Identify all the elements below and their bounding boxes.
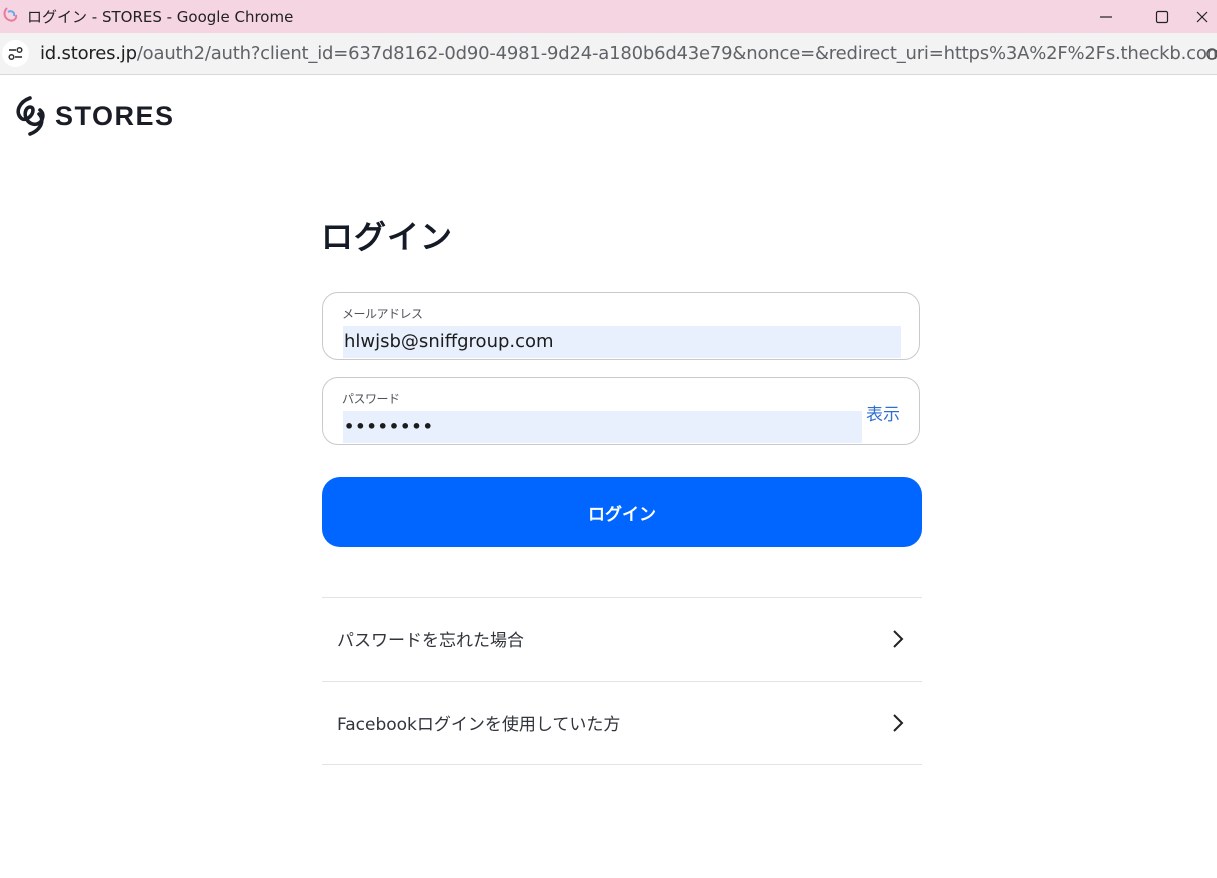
minimize-icon [1100,15,1112,18]
url-path: /oauth2/auth?client_id=637d8162-0d90-498… [136,43,1217,64]
window-title: ログイン - STORES - Google Chrome [27,8,294,26]
tune-icon [8,46,23,61]
login-button[interactable]: ログイン [322,477,922,547]
email-field[interactable]: メールアドレス hlwjsb@sniffgroup.com [322,292,920,360]
facebook-login-label: Facebookログインを使用していた方 [337,715,621,735]
maximize-button[interactable] [1139,0,1185,33]
email-label: メールアドレス [342,307,423,321]
close-icon [1196,11,1208,22]
forgot-password-link[interactable]: パスワードを忘れた場合 [322,598,922,681]
stores-favicon-icon [3,7,18,22]
page-title: ログイン [321,218,454,256]
url-text[interactable]: id.stores.jp/oauth2/auth?client_id=637d8… [40,43,1217,64]
forgot-password-label: パスワードを忘れた場合 [337,631,524,651]
password-label: パスワード [342,392,400,406]
divider [322,764,922,765]
url-host: id.stores.jp [40,43,137,64]
extension-icon[interactable] [1205,46,1217,62]
chevron-right-icon [893,714,904,732]
site-info-button[interactable] [2,40,29,67]
email-input[interactable]: hlwjsb@sniffgroup.com [343,326,901,358]
show-password-button[interactable]: 表示 [866,400,900,425]
password-input[interactable]: •••••••• [343,411,862,443]
chevron-right-icon [893,630,904,648]
logo-text: STORES [55,100,175,131]
maximize-icon [1155,10,1169,23]
stores-logo-mark-icon [16,96,45,136]
minimize-button[interactable] [1083,0,1129,33]
close-button[interactable] [1195,0,1217,33]
password-field[interactable]: パスワード •••••••• 表示 [322,377,920,445]
window-titlebar: ログイン - STORES - Google Chrome [0,0,1217,33]
facebook-login-link[interactable]: Facebookログインを使用していた方 [322,682,922,765]
stores-logo[interactable]: STORES [13,96,175,136]
